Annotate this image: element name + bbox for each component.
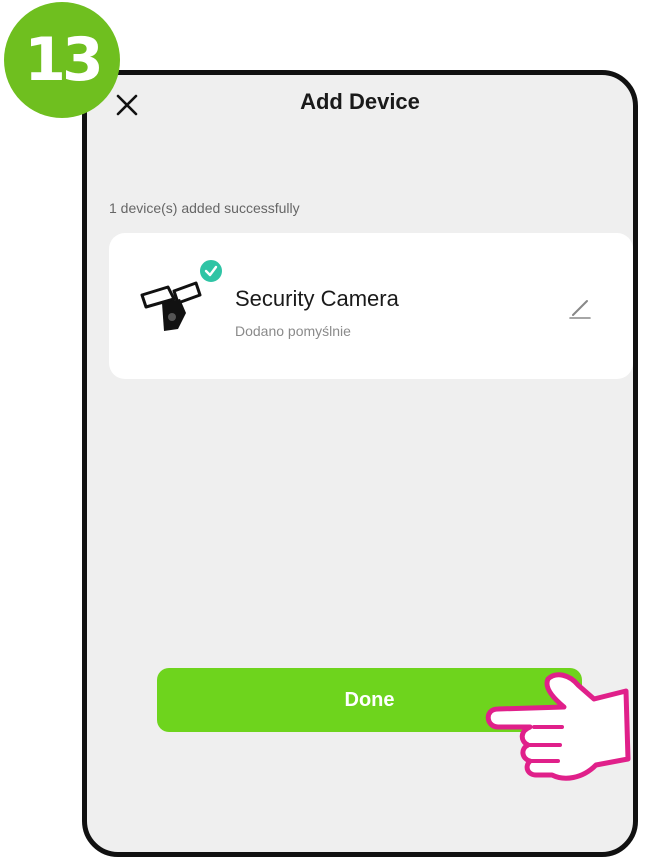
success-check-badge (197, 257, 225, 285)
device-name: Security Camera (235, 286, 399, 311)
page-title: Add Device (300, 89, 420, 114)
security-camera-icon (140, 281, 202, 331)
pencil-icon[interactable] (567, 295, 593, 321)
step-number-badge: 13 (4, 2, 120, 118)
device-status: Dodano pomyślnie (235, 323, 351, 339)
check-icon (204, 265, 218, 277)
hand-pointer-icon (485, 672, 631, 781)
device-card: Security Camera Dodano pomyślnie (109, 233, 633, 379)
added-status-text: 1 device(s) added successfully (109, 200, 300, 216)
step-number: 13 (24, 25, 103, 95)
